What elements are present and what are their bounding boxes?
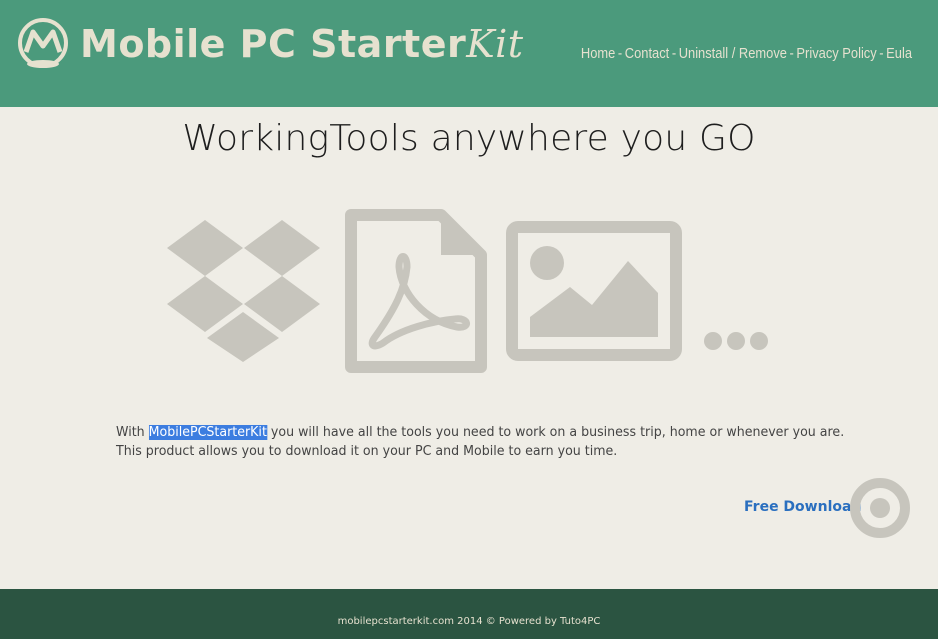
- description-line-1: With MobilePCStarterKit you will have al…: [116, 423, 853, 442]
- logo-text[interactable]: Mobile PC StarterKit: [80, 22, 524, 66]
- nav-separator: -: [617, 45, 623, 62]
- top-nav: Home - Contact - Uninstall / Remove - Privacy …: [581, 45, 912, 62]
- nav-home-link[interactable]: Home: [581, 45, 615, 62]
- site-footer: [0, 589, 938, 639]
- nav-privacy-link[interactable]: Privacy Policy: [796, 45, 876, 62]
- nav-eula-link[interactable]: Eula: [886, 45, 912, 62]
- product-description: With MobilePCStarterKit you will have al…: [116, 423, 853, 461]
- footer-text: mobilepcstarterkit.com 2014 © Powered by…: [337, 616, 601, 627]
- feature-icons: [160, 200, 780, 380]
- nav-contact-link[interactable]: Contact: [625, 45, 669, 62]
- download-target-icon[interactable]: [850, 478, 910, 538]
- desc-line1-rest: you will have all the tools you need to …: [266, 425, 845, 440]
- description-line-2: This product allows you to download it o…: [116, 444, 618, 459]
- free-download-link[interactable]: Free Download: [744, 499, 861, 515]
- site-header: Mobile PC StarterKit Home - Contact - Uninst…: [0, 0, 938, 107]
- desc-prefix: With: [116, 425, 149, 440]
- page-headline: WorkingTools anywhere you GO: [182, 118, 756, 159]
- nav-separator: -: [879, 45, 884, 62]
- dropbox-icon: [167, 220, 320, 362]
- nav-separator: -: [671, 45, 677, 62]
- nav-separator: -: [789, 45, 794, 62]
- logo-text-kit: Kit: [466, 22, 524, 66]
- pdf-file-icon: [345, 209, 487, 373]
- desc-highlight: MobilePCStarterKit: [148, 425, 267, 440]
- logo-icon[interactable]: [16, 16, 70, 70]
- nav-uninstall-link[interactable]: Uninstall / Remove: [679, 45, 787, 62]
- more-dots-icon: [704, 332, 768, 350]
- image-icon: [506, 221, 682, 361]
- logo-text-main: Mobile PC Starter: [80, 22, 467, 66]
